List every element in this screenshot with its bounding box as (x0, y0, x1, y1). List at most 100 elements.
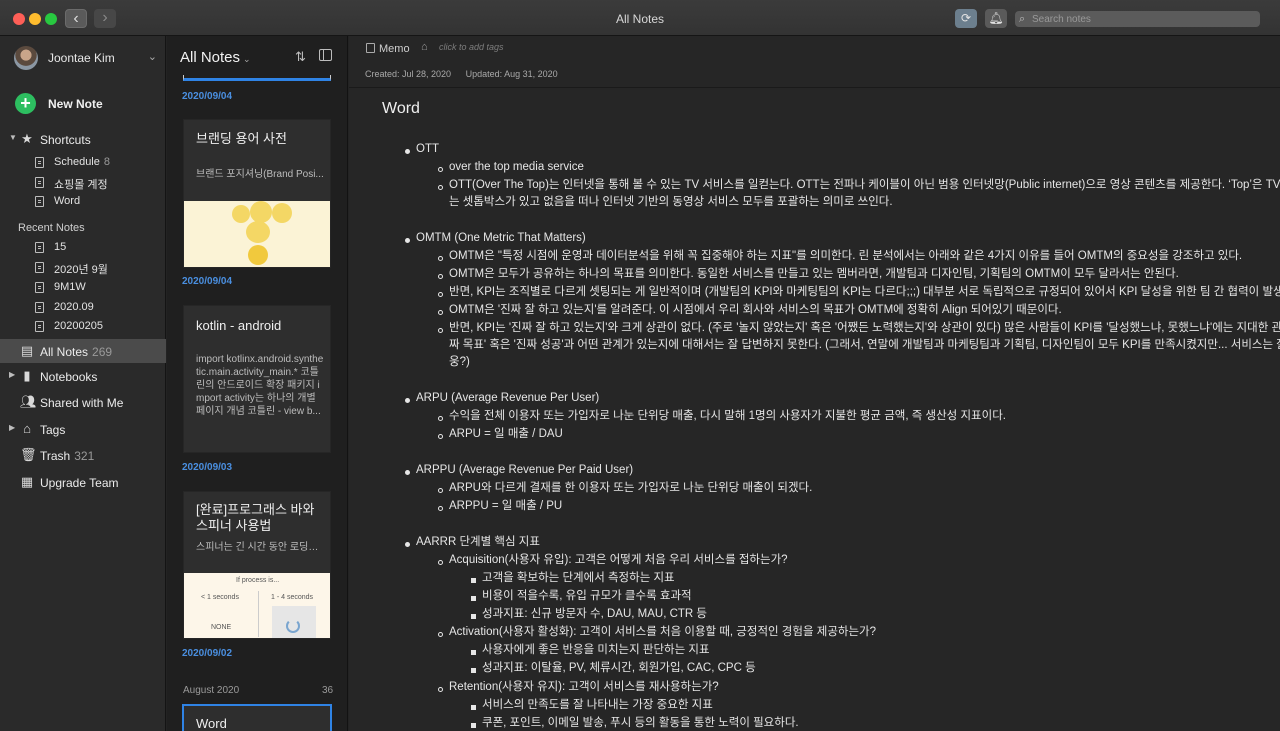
search-box[interactable]: ⌕ (1015, 11, 1260, 27)
note-card-thumbnail (184, 201, 330, 267)
note-line: OMTM은 "특정 시점에 운영과 데이터분석을 위해 꼭 집중해야 하는 지표… (449, 250, 1243, 262)
title-bar: ‹ › All Notes ⟳ 🔔︎ ⌕ (0, 0, 1280, 36)
note-card-snippet: 스피너는 긴 시간 동안 로딩하... (196, 542, 324, 553)
note-line: 서비스의 만족도를 잘 나타내는 가장 중요한 지표 (482, 699, 713, 711)
note-card-title: kotlin - android (196, 318, 282, 333)
note-icon (35, 242, 44, 253)
bullet (438, 310, 443, 315)
note-line: ARPPU = 일 매출 / PU (449, 500, 563, 512)
note-card-selected[interactable]: Word (182, 704, 332, 731)
sidebar-item-notebooks[interactable]: ▶ ▮ Notebooks (0, 366, 166, 388)
sidebar-item-trash[interactable]: 🗑︎ Trash 321 (0, 445, 166, 467)
trash-icon: 🗑︎ (20, 447, 37, 462)
caret-down-icon: ▼ (9, 133, 17, 142)
bullet (438, 687, 443, 692)
month-header: August 2020 (183, 685, 240, 696)
account-switcher[interactable]: Joontae Kim ⌄ (14, 46, 159, 70)
note-date: 2020/09/02 (182, 648, 233, 659)
note-editor: Memo ⌂ click to add tags Created: Jul 28… (349, 36, 1280, 731)
recent-note-item[interactable]: 9M1W (0, 278, 166, 298)
recent-note-item[interactable]: 2020.09 (0, 298, 166, 318)
shortcut-label: Word (54, 195, 81, 207)
bullet (405, 470, 410, 475)
all-notes-count: 269 (92, 345, 113, 359)
spinner-icon (286, 619, 300, 633)
note-line: 반면, KPI는 조직별로 다르게 셋팅되는 게 일반적이며 (개발팀의 KPI… (449, 286, 1280, 298)
note-line: ARPU = 일 매출 / DAU (449, 428, 563, 440)
notifications-button[interactable]: 🔔︎ (985, 9, 1007, 28)
bullet (405, 398, 410, 403)
bullet (438, 274, 443, 279)
sidebar-item-upgrade-team[interactable]: ▦ Upgrade Team (0, 472, 166, 494)
note-list-title-label: All Notes (180, 49, 241, 66)
recent-note-item[interactable]: 2020년 9월 (0, 258, 166, 278)
recent-note-item[interactable]: 20200205 (0, 317, 166, 337)
note-icon (35, 157, 44, 168)
note-line: 비용이 적을수록, 유입 규모가 클수록 효과적 (482, 590, 692, 602)
recent-note-item[interactable]: 15 (0, 238, 166, 258)
view-options-icon[interactable] (319, 49, 332, 61)
note-line: OMTM은 '진짜 잘 하고 있는지'를 알려준다. 이 시점에서 우리 회사와… (449, 304, 1062, 316)
bullet (471, 614, 476, 619)
note-line: AARRR 단계별 핵심 지표 (416, 536, 540, 548)
thumbnail-divider (258, 591, 259, 637)
note-meta: Created: Jul 28, 2020 Updated: Aug 31, 2… (365, 69, 570, 79)
previous-card-edge (183, 75, 331, 81)
note-line: OTT(Over The Top)는 인터넷을 통해 볼 수 있는 TV 서비스… (449, 179, 1280, 191)
bullet (405, 149, 410, 154)
recent-notes-heading: Recent Notes (18, 222, 85, 234)
bullet (438, 167, 443, 172)
notebook-icon: ▮ (23, 368, 31, 383)
recent-note-label: 2020.09 (54, 301, 94, 313)
caret-right-icon: ▶ (9, 370, 16, 379)
bullet (438, 488, 443, 493)
sidebar-item-shortcuts[interactable]: ▼ ★ Shortcuts (0, 129, 166, 151)
note-date: 2020/09/03 (182, 462, 233, 473)
thumbnail-text: If process is... (236, 577, 280, 584)
notebook-selector[interactable]: Memo (379, 43, 410, 55)
note-line: 는 셋톱박스가 있고 없음을 떠나 인터넷 기반의 동영상 서비스 모두를 포괄… (449, 196, 893, 208)
tag-icon: ⌂ (23, 421, 31, 436)
bullet (438, 292, 443, 297)
sidebar-item-shared[interactable]: 👥︎ Shared with Me (0, 392, 166, 414)
note-card[interactable]: kotlin - android import kotlinx.android.… (183, 305, 331, 453)
sidebar-item-label: Upgrade Team (40, 476, 119, 490)
add-tags-field[interactable]: click to add tags (439, 42, 504, 52)
bullet (471, 650, 476, 655)
sidebar-item-tags[interactable]: ▶ ⌂ Tags (0, 419, 166, 441)
bullet (438, 506, 443, 511)
star-icon: ★ (21, 131, 33, 146)
new-note-button[interactable]: + New Note (15, 93, 155, 115)
note-line: ARPU와 다르게 결재를 한 이용자 또는 가입자로 나눈 단위당 매출이 되… (449, 482, 813, 494)
note-header: Memo ⌂ click to add tags Created: Jul 28… (349, 36, 1280, 88)
note-list-title[interactable]: All Notes ⌄ (180, 49, 251, 66)
sidebar: Joontae Kim ⌄ + New Note ▼ ★ Shortcuts S… (0, 36, 166, 731)
sidebar-item-label: Trash (40, 449, 71, 463)
note-title[interactable]: Word (382, 100, 420, 118)
thumbnail-shape (248, 245, 268, 265)
note-date: 2020/09/04 (182, 276, 233, 287)
note-card-snippet: 브랜드 포지셔닝(Brand Posi... (196, 169, 324, 180)
note-date: 2020/09/04 (182, 91, 233, 102)
sync-button[interactable]: ⟳ (955, 9, 977, 28)
note-card-title: 브랜딩 용어 사전 (196, 131, 287, 146)
note-card-thumbnail: If process is... < 1 seconds 1 - 4 secon… (184, 573, 330, 638)
shortcut-item-schedule[interactable]: Schedule 8 (0, 153, 166, 173)
evernote-window: ‹ › All Notes ⟳ 🔔︎ ⌕ Joontae Kim ⌄ + New… (0, 0, 1280, 731)
shortcut-item-shopping-account[interactable]: 쇼핑몰 계정 (0, 173, 166, 193)
bullet (438, 416, 443, 421)
note-line: 사용자에게 좋은 반응을 미치는지 판단하는 지표 (482, 644, 710, 656)
bullet (471, 596, 476, 601)
sidebar-item-all-notes[interactable]: ▤ All Notes 269 (0, 339, 166, 363)
note-card[interactable]: [완료]프로그래스 바와 스피너 사용법 스피너는 긴 시간 동안 로딩하...… (183, 491, 331, 639)
shortcut-item-word[interactable]: Word (0, 192, 166, 212)
note-line: 성과지표: 신규 방문자 수, DAU, MAU, CTR 등 (482, 608, 707, 620)
note-line: OMTM (One Metric That Matters) (416, 232, 586, 244)
note-card[interactable]: 브랜딩 용어 사전 브랜드 포지셔닝(Brand Posi... (183, 119, 331, 268)
search-input[interactable] (1032, 11, 1252, 27)
sort-icon[interactable]: ⇅ (295, 49, 306, 65)
bullet (471, 723, 476, 728)
note-line: ARPPU (Average Revenue Per Paid User) (416, 464, 634, 476)
note-icon (35, 282, 44, 293)
thumbnail-shape (232, 205, 250, 223)
